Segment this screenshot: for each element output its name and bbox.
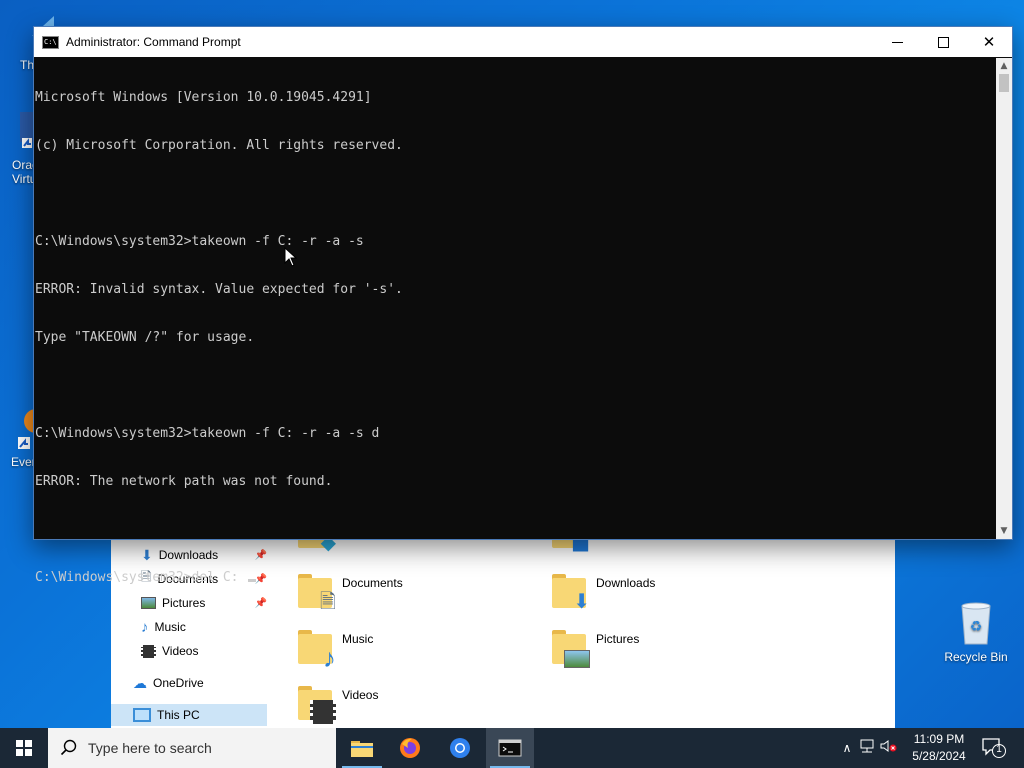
notification-count-badge: 1 [996,744,1002,755]
taskbar-search-box[interactable]: Type here to search [48,728,336,768]
nav-item-music[interactable]: ♪ Music [141,616,267,638]
console-line: ERROR: Invalid syntax. Value expected fo… [35,282,403,297]
folder-icon: ♪ [298,628,336,671]
close-button[interactable]: ✕ [966,27,1012,57]
taskbar-app-file-explorer[interactable] [338,728,386,768]
film-icon [141,644,156,658]
taskbar: Type here to search ∧ 11:09 PM 5/28/2024… [0,728,1024,768]
current-prompt: C:\Windows\system32>del C: [35,570,247,585]
nav-item-this-pc[interactable]: This PC [111,704,267,726]
taskbar-app-firefox[interactable] [386,728,434,768]
cmd-app-icon: C:\ [42,35,59,49]
notification-icon [982,738,1006,758]
window-title: Administrator: Command Prompt [66,35,241,49]
command-prompt-window[interactable]: C:\ Administrator: Command Prompt ✕ Micr… [33,26,1013,585]
desktop-icon-oracle-virtualbox[interactable]: Orac Virtu [10,110,38,190]
taskbar-app-chrome[interactable] [436,728,484,768]
taskbar-app-command-prompt[interactable] [486,728,534,768]
vertical-scrollbar[interactable]: ▲ ▼ [996,58,1012,539]
network-icon[interactable] [856,739,878,757]
folder-label: Pictures [596,632,640,646]
nav-item-label: This PC [157,708,200,722]
nav-item-label: Videos [162,644,199,658]
desktop-icon-label: Th [20,58,35,72]
console-line: ERROR: The network path was not found. [35,474,333,489]
nav-item-videos[interactable]: Videos [141,640,267,662]
folder-label: Videos [342,688,379,702]
console-input-line[interactable]: C:\Windows\system32>del C: [35,570,995,586]
desktop-icon-everything[interactable]: Ever [10,405,40,475]
scroll-down-arrow-icon[interactable]: ▼ [996,523,1012,539]
nav-item-onedrive[interactable]: ☁ OneDrive [133,672,259,694]
console-line: (c) Microsoft Corporation. All rights re… [35,138,403,153]
system-clock[interactable]: 11:09 PM 5/28/2024 [905,731,973,765]
chrome-icon [450,738,470,758]
nav-item-label: OneDrive [153,676,204,690]
windows-logo-icon [16,740,32,756]
clock-time: 11:09 PM [913,732,965,746]
console-line: Microsoft Windows [Version 10.0.19045.42… [35,90,372,105]
recycle-bin-label: Recycle Bin [944,650,1008,664]
svg-text:♻: ♻ [970,619,983,635]
show-hidden-icons-chevron-icon[interactable]: ∧ [838,741,856,755]
folder-label: Music [342,632,374,646]
start-button[interactable] [0,728,48,768]
system-tray: ∧ [838,728,900,768]
folder-videos[interactable]: Videos [298,684,379,724]
folder-pictures[interactable]: Pictures [552,628,640,668]
volume-muted-icon[interactable] [878,739,900,757]
firefox-icon [400,738,420,758]
console-output[interactable]: Microsoft Windows [Version 10.0.19045.42… [34,58,996,585]
folder-icon [298,684,336,724]
console-line: C:\Windows\system32>takeown -f C: -r -a … [35,426,380,441]
search-icon [60,739,77,756]
folder-music[interactable]: ♪ Music [298,628,374,671]
console-line: Type "TAKEOWN /?" for usage. [35,330,255,345]
clock-date: 5/28/2024 [912,749,966,763]
folder-icon [552,628,590,668]
action-center-button[interactable]: 1 [980,736,1008,760]
minimize-button[interactable] [874,27,920,57]
nav-item-label: Music [154,620,186,634]
folder-icon [351,741,373,757]
mouse-pointer-icon [284,247,298,267]
scroll-up-arrow-icon[interactable]: ▲ [996,58,1012,74]
title-bar[interactable]: C:\ Administrator: Command Prompt ✕ [34,27,1012,57]
desktop-icon-label: Ever [11,455,36,469]
search-placeholder: Type here to search [88,740,212,756]
close-icon: ✕ [982,33,996,51]
maximize-button[interactable] [920,27,966,57]
minimize-icon [891,41,903,43]
cloud-icon: ☁ [133,674,147,691]
console-line: C:\Windows\system32>takeown -f C: -r -a … [35,234,364,249]
maximize-icon [937,36,949,48]
terminal-icon [498,739,522,757]
scrollbar-thumb[interactable] [999,74,1009,92]
music-note-icon: ♪ [141,618,149,636]
text-cursor [248,579,257,582]
computer-icon [133,708,151,722]
